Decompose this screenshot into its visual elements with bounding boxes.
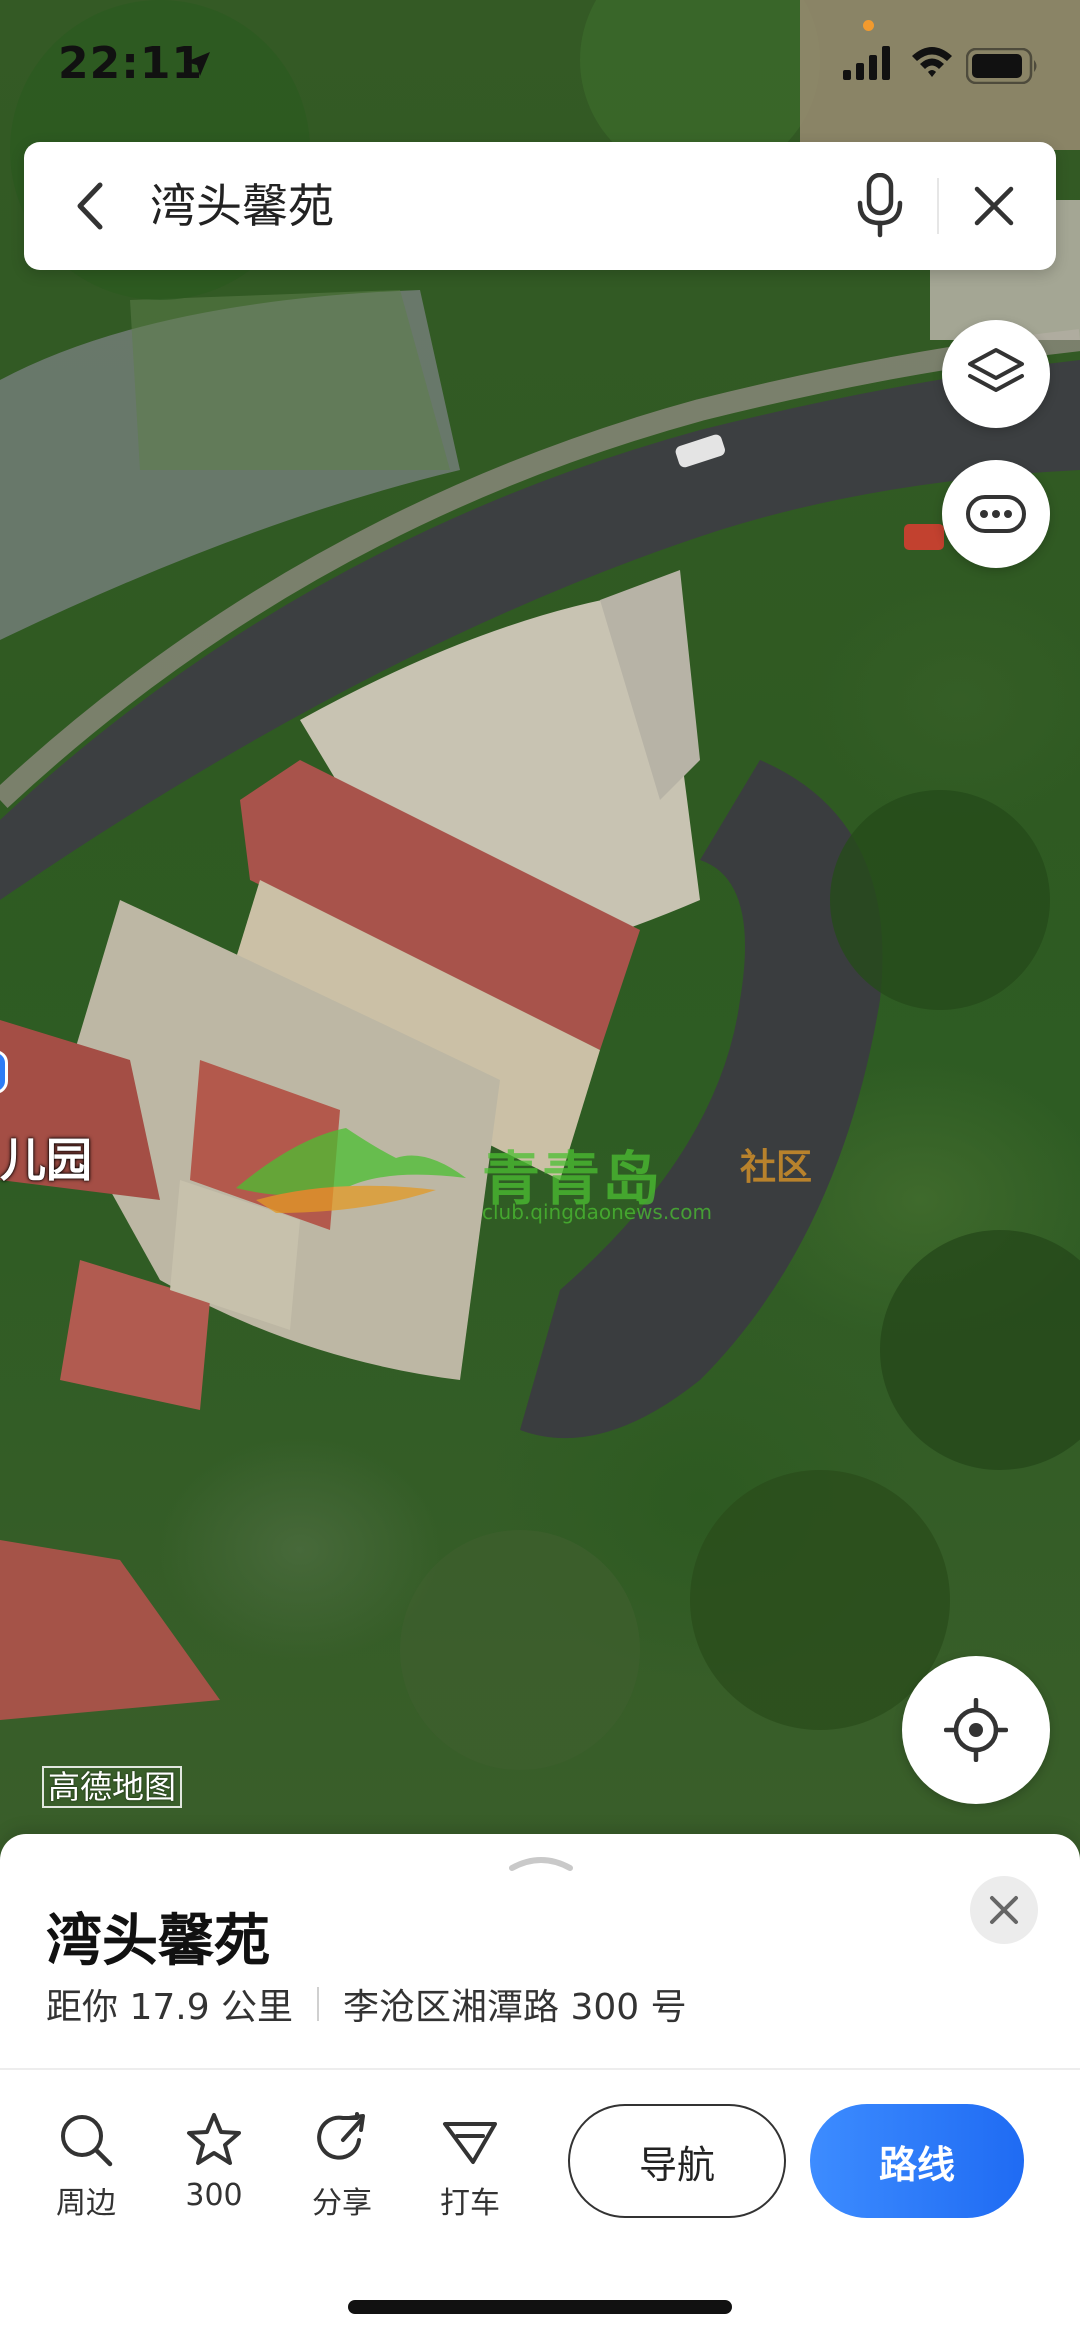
map-layers-button[interactable] (942, 320, 1050, 428)
taxi-button[interactable]: 打车 (410, 2098, 530, 2222)
search-input[interactable]: 湾头馨苑 (150, 178, 334, 234)
share-label: 分享 (312, 2186, 372, 2221)
map-imagery (0, 0, 1080, 1770)
sheet-divider (0, 2068, 1080, 2070)
watermark-logo-icon (236, 1128, 466, 1213)
close-sheet-button[interactable] (970, 1876, 1038, 1944)
mic-icon (857, 173, 903, 238)
voice-search-button[interactable] (844, 170, 916, 242)
close-icon (974, 186, 1014, 226)
favorite-button[interactable]: 300 (154, 2098, 274, 2213)
nearby-label: 周边 (56, 2186, 116, 2221)
watermark: 青青岛 社区 club.qingdaonews.com (236, 1118, 836, 1248)
signal-icon (843, 46, 890, 80)
place-detail-sheet[interactable]: 湾头馨苑 距你 17.9 公里 李沧区湘潭路 300 号 周边 300 分享 打… (0, 1834, 1080, 2339)
sheet-grabber-icon[interactable] (508, 1854, 574, 1872)
locate-icon (944, 1698, 1008, 1762)
location-arrow-icon (186, 52, 210, 76)
taxi-label: 打车 (440, 2186, 500, 2221)
search-divider (937, 178, 939, 234)
status-time: 22:11 (58, 38, 204, 89)
share-button[interactable]: 分享 (282, 2098, 402, 2222)
navigate-button[interactable]: 导航 (568, 2104, 786, 2218)
privacy-indicator-icon (863, 20, 874, 31)
home-indicator[interactable] (348, 2300, 732, 2314)
watermark-suffix: 社区 (740, 1147, 813, 1188)
status-bar: 22:11 (0, 0, 1080, 130)
battery-icon (966, 48, 1037, 84)
place-address: 李沧区湘潭路 300 号 (343, 1987, 687, 2028)
place-distance: 距你 17.9 公里 (46, 1987, 294, 2028)
map-screen: 儿园 青青岛 社区 club.qingdaonews.com 高德地图 22:1… (0, 0, 1080, 2339)
share-icon (317, 2112, 365, 2160)
place-info-row: 距你 17.9 公里 李沧区湘潭路 300 号 (46, 1978, 687, 2030)
more-tools-button[interactable] (942, 460, 1050, 568)
close-icon (990, 1896, 1018, 1924)
satellite-map[interactable]: 儿园 青青岛 社区 club.qingdaonews.com 高德地图 (0, 0, 1080, 1860)
map-provider-logo: 高德地图 (42, 1766, 183, 1808)
info-separator (317, 1987, 320, 2021)
taxi-icon (443, 2122, 497, 2164)
back-button[interactable] (54, 170, 126, 242)
more-icon (966, 495, 1026, 533)
back-icon (77, 182, 103, 230)
route-button[interactable]: 路线 (810, 2104, 1024, 2218)
place-title: 湾头馨苑 (46, 1909, 270, 1974)
search-icon (61, 2115, 113, 2167)
action-bar: 周边 300 分享 打车 导航 路线 (0, 2098, 1080, 2238)
watermark-url: club.qingdaonews.com (482, 1200, 712, 1224)
layers-icon (968, 348, 1024, 392)
favorite-count: 300 (185, 2178, 243, 2213)
nearby-button[interactable]: 周边 (26, 2098, 146, 2222)
clear-search-button[interactable] (958, 170, 1030, 242)
star-icon (187, 2113, 241, 2165)
poi-label[interactable]: 儿园 (0, 1124, 92, 1190)
wifi-icon (912, 47, 952, 77)
search-bar: 湾头馨苑 (24, 142, 1056, 270)
my-location-button[interactable] (902, 1656, 1050, 1804)
